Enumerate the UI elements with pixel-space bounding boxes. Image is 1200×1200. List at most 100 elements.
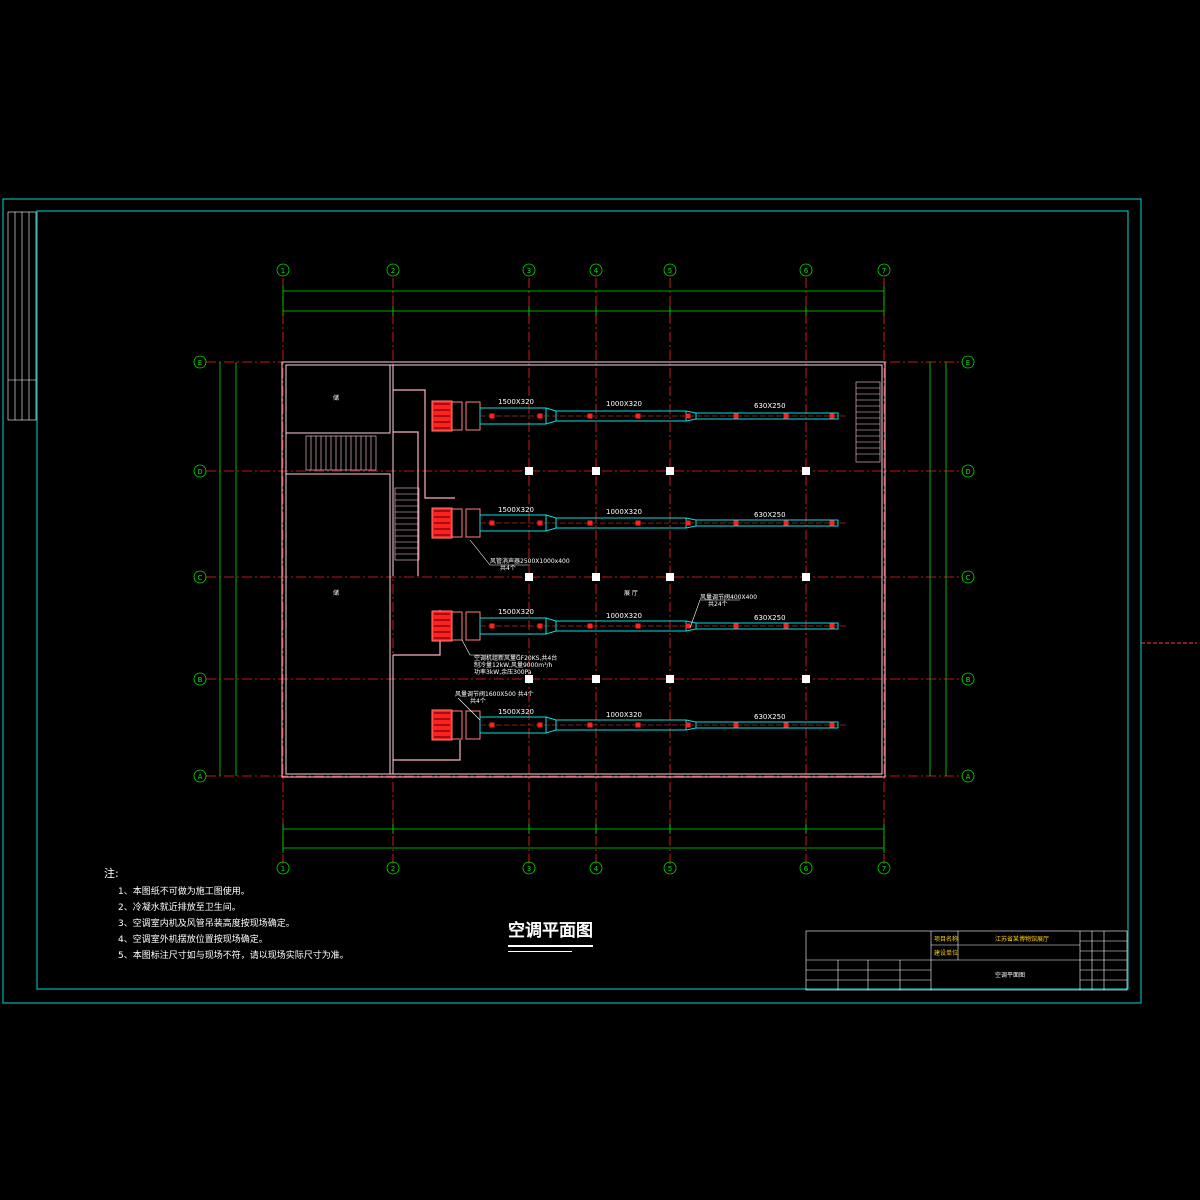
row-1-diffuser <box>489 413 495 419</box>
hall-label: 展 厅 <box>624 590 638 597</box>
notes-header: 注: <box>104 867 119 880</box>
axis-label-top-6: 6 <box>804 267 809 275</box>
row-4-diffuser <box>783 722 789 728</box>
duct-label-r2-main: 1500X320 <box>498 506 534 514</box>
tb-project-label: 项目名称 <box>934 935 958 943</box>
stair-middle <box>394 487 420 561</box>
axis-label-right-C: C <box>966 574 971 582</box>
callout-silencer: 风管消声器2500X1000x400 <box>490 557 570 565</box>
row-1-diffuser <box>783 413 789 419</box>
title-block <box>805 930 1128 991</box>
building-walls <box>281 361 886 778</box>
row-2-diffuser <box>685 520 691 526</box>
row-4-diffuser <box>489 722 495 728</box>
row-3-diffuser <box>733 623 739 629</box>
dimension-ticks <box>282 286 885 853</box>
note-item-5: 5、本图标注尺寸如与现场不符，请以现场实际尺寸为准。 <box>118 951 349 961</box>
axis-label-top-2: 2 <box>391 267 395 275</box>
note-item-2: 2、冷凝水就近排放至卫生间。 <box>118 903 241 913</box>
row-4-ahu-box <box>465 710 481 740</box>
callout-damper-2: 风量调节阀1600X500 共4个 <box>455 690 534 698</box>
axis-label-bottom-5: 5 <box>668 865 672 873</box>
callout-ahu-3: 功率3kW,余压300Pa <box>474 668 532 676</box>
row-4-diffuser <box>635 722 641 728</box>
duct-label-r3-end: 630X250 <box>754 614 786 622</box>
row-3-diffuser <box>489 623 495 629</box>
duct-label-r1-end: 630X250 <box>754 402 786 410</box>
row-2-ahu-box <box>465 508 481 538</box>
notes: 注: 1、本图纸不可做为施工图使用。 2、冷凝水就近排放至卫生间。 3、空调室内… <box>104 866 349 964</box>
row-2-diffuser <box>537 520 543 526</box>
axis-label-right-D: D <box>965 468 970 476</box>
tb-project-value: 江苏省某博物馆展厅 <box>995 935 1049 943</box>
axis-label-bottom-4: 4 <box>594 865 599 873</box>
duct-label-r3-main: 1500X320 <box>498 608 534 616</box>
axis-label-left-E: E <box>198 359 202 367</box>
row-3-diffuser <box>587 623 593 629</box>
room-label-upper: 储 <box>333 394 339 402</box>
axis-label-top-7: 7 <box>882 267 886 275</box>
duct-label-r4-end: 630X250 <box>754 713 786 721</box>
refrigerant-pipes <box>393 389 461 761</box>
axis-bubbles <box>193 263 975 875</box>
tb-sheet-name: 空调平面图 <box>995 971 1025 979</box>
duct-label-r2-end: 630X250 <box>754 511 786 519</box>
dimension-lines <box>219 290 947 849</box>
note-item-4: 4、空调室外机摆放位置按现场确定。 <box>118 935 268 945</box>
row-1-ahu-filter <box>451 401 463 431</box>
row-1-diffuser <box>537 413 543 419</box>
row-2-diffuser <box>733 520 739 526</box>
axis-label-bottom-6: 6 <box>804 865 809 873</box>
row-3-diffuser <box>829 623 835 629</box>
duct-label-r4-mid: 1000X320 <box>606 711 642 719</box>
axis-label-bottom-3: 3 <box>527 865 531 873</box>
plan-title-underline <box>508 951 572 952</box>
row-4-diffuser <box>685 722 691 728</box>
row-2-diffuser <box>489 520 495 526</box>
axis-label-left-B: B <box>198 676 203 684</box>
row-4-ahu-filter <box>451 710 463 740</box>
row-2-diffuser <box>829 520 835 526</box>
duct-label-r3-mid: 1000X320 <box>606 612 642 620</box>
axis-label-right-A: A <box>966 773 971 781</box>
note-item-3: 3、空调室内机及风管吊装高度按现场确定。 <box>118 919 295 929</box>
duct-label-r2-mid: 1000X320 <box>606 508 642 516</box>
revision-strip <box>7 211 37 421</box>
callout-damper: 风量调节阀400X400 <box>700 593 757 601</box>
axis-labels: 1 2 3 4 5 6 7 1 2 3 4 5 6 7 E D C B A E … <box>197 267 970 873</box>
row-3-diffuser <box>537 623 543 629</box>
callout-ahu-1: 空调机组新风量GF20KS,共4台 <box>474 654 557 662</box>
duct-label-r1-mid: 1000X320 <box>606 400 642 408</box>
tb-client-label: 建设单位 <box>934 949 958 957</box>
note-item-1: 1、本图纸不可做为施工图使用。 <box>118 887 250 897</box>
axis-label-bottom-7: 7 <box>882 865 886 873</box>
row-3-ahu-box <box>465 611 481 641</box>
cad-drawing: 1 2 3 4 5 6 7 1 2 3 4 5 6 7 E D C B A E … <box>2 198 1197 1004</box>
row-3-diffuser <box>783 623 789 629</box>
stair-upper <box>305 435 377 471</box>
row-4-diffuser <box>537 722 543 728</box>
axis-label-left-C: C <box>198 574 203 582</box>
axis-label-top-3: 3 <box>527 267 531 275</box>
axis-label-top-1: 1 <box>281 267 285 275</box>
axis-label-left-A: A <box>198 773 203 781</box>
row-1-diffuser <box>685 413 691 419</box>
stair-right <box>855 381 881 463</box>
row-2-diffuser <box>635 520 641 526</box>
row-3-ahu-filter <box>451 611 463 641</box>
row-2-diffuser <box>783 520 789 526</box>
title-block-text: 项目名称 江苏省某博物馆展厅 建设单位 空调平面图 <box>934 935 1049 979</box>
row-4-diffuser <box>587 722 593 728</box>
plan-title: 空调平面图 <box>508 916 593 947</box>
row-1-diffuser <box>733 413 739 419</box>
row-4-diffuser <box>733 722 739 728</box>
axis-label-top-4: 4 <box>594 267 599 275</box>
callout-damper-2-count: 共4个 <box>470 697 486 705</box>
axis-label-left-D: D <box>197 468 202 476</box>
columns <box>525 467 810 683</box>
axis-label-top-5: 5 <box>668 267 672 275</box>
row-2-ahu-filter <box>451 508 463 538</box>
duct-label-r4-main: 1500X320 <box>498 708 534 716</box>
duct-layer <box>431 400 848 741</box>
row-3-diffuser <box>685 623 691 629</box>
